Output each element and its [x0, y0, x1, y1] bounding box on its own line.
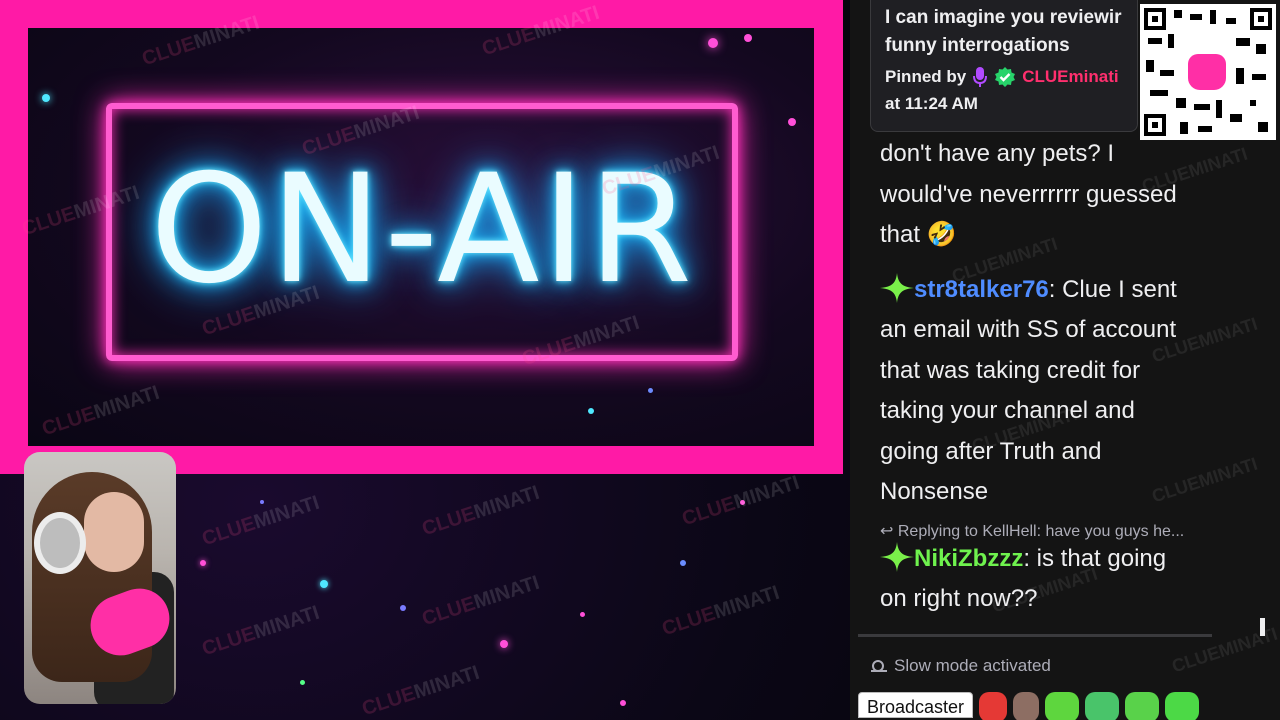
- qr-module: [1150, 90, 1168, 96]
- sparkle: [620, 700, 626, 706]
- chat-scroll-track[interactable]: [858, 634, 1212, 637]
- sparkle: [588, 408, 594, 414]
- qr-module: [1194, 104, 1210, 110]
- qr-module: [1258, 122, 1268, 132]
- watermark: CLUEMINATI: [199, 601, 323, 661]
- pinned-by-row: Pinned by CLUEminati: [885, 66, 1123, 88]
- pinned-message-text: I can imagine you reviewir funny interro…: [885, 7, 1122, 56]
- chat-username[interactable]: NikiZbzzz: [914, 545, 1023, 572]
- qr-module: [1146, 60, 1154, 72]
- qr-module: [1250, 100, 1256, 106]
- verified-badge-icon: [995, 67, 1016, 87]
- slow-mode-notice: Slow mode activated: [870, 656, 1051, 676]
- chat-panel: CLUEMINATI CLUEMINATI CLUEMINATI CLUEMIN…: [850, 0, 1280, 720]
- qr-module: [1216, 100, 1222, 118]
- stream-video[interactable]: ON-AIR CLUEMINATI CLUEMINATI CLUEMINATI …: [0, 0, 850, 720]
- sparkle: [648, 388, 653, 393]
- qr-module: [1210, 10, 1216, 24]
- sparkle: [744, 34, 752, 42]
- mask-logo-icon: [1188, 54, 1226, 90]
- headset-icon: [34, 512, 86, 574]
- qr-module: [1236, 68, 1244, 84]
- sparkle: [788, 118, 796, 126]
- sparkle: [580, 612, 585, 617]
- chat-message: don't have any pets? I would've neverrrr…: [880, 140, 1177, 248]
- chat-scroll-thumb[interactable]: [1260, 618, 1265, 636]
- sparkle: [260, 500, 264, 504]
- sparkle: [708, 38, 718, 48]
- qr-module: [1174, 10, 1182, 18]
- qr-code: [1140, 4, 1276, 140]
- emote-icon[interactable]: [1045, 692, 1080, 720]
- qr-module: [1226, 18, 1236, 24]
- sparkle: [680, 560, 686, 566]
- reply-context[interactable]: ↩ Replying to KellHell: have you guys he…: [880, 521, 1250, 541]
- streamer-face: [84, 492, 144, 572]
- chat-bottom-bar: Broadcaster: [858, 692, 1280, 720]
- qr-module: [1230, 114, 1242, 122]
- emote-icon[interactable]: [1085, 692, 1120, 720]
- qr-module: [1256, 44, 1266, 54]
- qr-module: [1190, 14, 1202, 20]
- sparkle: [500, 640, 508, 648]
- pinned-message-card[interactable]: I can imagine you reviewir funny interro…: [870, 0, 1138, 132]
- qr-module: [1236, 38, 1250, 46]
- emote-icon[interactable]: [1125, 692, 1160, 720]
- sparkle: [300, 680, 305, 685]
- qr-finder: [1144, 8, 1166, 30]
- reply-arrow-icon: ↩: [880, 522, 898, 540]
- sparkle: [200, 560, 206, 566]
- qr-finder: [1250, 8, 1272, 30]
- qr-module: [1176, 98, 1186, 108]
- snail-icon: [871, 660, 887, 672]
- qr-module: [1252, 74, 1266, 80]
- qr-finder: [1144, 114, 1166, 136]
- watermark: CLUEMINATI: [419, 481, 543, 541]
- qr-module: [1198, 126, 1212, 132]
- sparkle: [400, 605, 406, 611]
- sparkle-badge-icon: [880, 272, 914, 303]
- qr-module: [1148, 38, 1162, 44]
- sparkle: [320, 580, 328, 588]
- qr-module: [1180, 122, 1188, 134]
- webcam-overlay: [24, 452, 176, 704]
- sparkle: [42, 94, 50, 102]
- watermark: CLUEMINATI: [659, 581, 783, 641]
- chat-message: str8talker76: Clue I sent an email with …: [880, 270, 1250, 513]
- emote-icon[interactable]: [1165, 692, 1200, 720]
- qr-module: [1160, 70, 1174, 76]
- watermark: CLUEMINATI: [419, 571, 543, 631]
- chat-message-list: don't have any pets? I would've neverrrr…: [880, 134, 1250, 620]
- emote-icon[interactable]: [1013, 692, 1040, 720]
- broadcaster-badge-button[interactable]: Broadcaster: [858, 692, 974, 718]
- pinned-time: at 11:24 AM: [885, 94, 978, 113]
- qr-module: [1168, 34, 1174, 48]
- chat-message: NikiZbzzz: is that going on right now??: [880, 539, 1250, 620]
- watermark: CLUEMINATI: [679, 471, 803, 531]
- emote-icon[interactable]: [979, 692, 1008, 720]
- broadcaster-mic-icon: [973, 67, 988, 87]
- pinned-by-label: Pinned by: [885, 67, 967, 86]
- pinned-by-username[interactable]: CLUEminati: [1022, 67, 1118, 87]
- watermark: CLUEMINATI: [359, 661, 483, 720]
- chat-username[interactable]: str8talker76: [914, 276, 1049, 303]
- sparkle-badge-icon: [880, 541, 914, 572]
